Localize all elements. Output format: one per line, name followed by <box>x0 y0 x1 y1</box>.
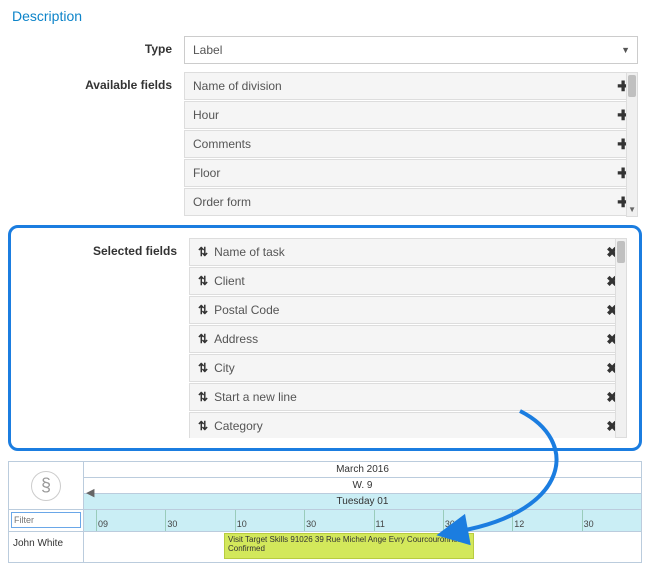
hour-label: 09 <box>98 519 108 529</box>
available-fields-row: Available fields Name of division✚Hour✚C… <box>0 68 650 221</box>
hour-label: 10 <box>237 519 247 529</box>
field-label: Hour <box>193 108 617 122</box>
field-label: Order form <box>193 195 617 209</box>
timeline-task-row: Visit Target Skills 91026 39 Rue Michel … <box>84 532 641 562</box>
type-row: Type Label ▼ <box>0 32 650 68</box>
available-fields-label: Available fields <box>12 72 172 92</box>
field-label: Comments <box>193 137 617 151</box>
drag-handle-icon[interactable]: ⇅ <box>198 390 208 404</box>
filter-input[interactable] <box>11 512 81 528</box>
available-field-item[interactable]: Order form✚ <box>184 188 638 216</box>
selected-field-item[interactable]: ⇅City✖ <box>189 354 627 382</box>
field-label: Name of division <box>193 79 617 93</box>
hour-label: 11 <box>376 519 385 529</box>
task-text-line1: Visit Target Skills 91026 39 Rue Michel … <box>228 535 470 544</box>
field-label: Name of task <box>214 245 606 259</box>
selected-field-item[interactable]: ⇅Category✖ <box>189 412 627 438</box>
field-label: Category <box>214 419 606 433</box>
selected-fields-row: Selected fields ⇅Name of task✖⇅Client✖⇅P… <box>11 238 633 438</box>
hour-tick <box>374 510 375 531</box>
hour-tick <box>582 510 583 531</box>
hour-label: 30 <box>306 519 316 529</box>
timeline-hours: 09 30 10 30 11 30 12 30 <box>84 510 641 532</box>
timeline: § John White ◀ March 2016 W. 9 Tuesday 0… <box>8 461 642 563</box>
hour-label: 30 <box>445 519 455 529</box>
timeline-day: Tuesday 01 <box>84 494 641 510</box>
selected-field-item[interactable]: ⇅Postal Code✖ <box>189 296 627 324</box>
field-label: Postal Code <box>214 303 606 317</box>
field-label: City <box>214 361 606 375</box>
resource-name: John White <box>9 532 83 562</box>
hour-label: 30 <box>167 519 177 529</box>
type-label: Type <box>12 36 172 56</box>
section-title: Description <box>0 0 650 32</box>
drag-handle-icon[interactable]: ⇅ <box>198 245 208 259</box>
available-field-item[interactable]: Floor✚ <box>184 159 638 187</box>
hour-tick <box>443 510 444 531</box>
field-label: Client <box>214 274 606 288</box>
available-field-item[interactable]: Name of division✚ <box>184 72 638 100</box>
task-text-line2: Confirmed <box>228 544 470 553</box>
field-label: Floor <box>193 166 617 180</box>
timeline-week: W. 9 <box>84 478 641 494</box>
hour-tick <box>96 510 97 531</box>
field-label: Start a new line <box>214 390 606 404</box>
type-select[interactable]: Label <box>184 36 638 64</box>
app-logo-icon: § <box>31 471 61 501</box>
available-field-item[interactable]: Comments✚ <box>184 130 638 158</box>
available-field-item[interactable]: Hour✚ <box>184 101 638 129</box>
selected-field-item[interactable]: ⇅Address✖ <box>189 325 627 353</box>
scrollbar[interactable] <box>615 238 627 438</box>
hour-tick <box>512 510 513 531</box>
drag-handle-icon[interactable]: ⇅ <box>198 332 208 346</box>
selected-field-item[interactable]: ⇅Start a new line✖ <box>189 383 627 411</box>
drag-handle-icon[interactable]: ⇅ <box>198 274 208 288</box>
timeline-task[interactable]: Visit Target Skills 91026 39 Rue Michel … <box>224 533 474 559</box>
hour-tick <box>235 510 236 531</box>
scroll-down-icon[interactable]: ▼ <box>628 205 636 214</box>
scroll-thumb[interactable] <box>617 241 625 263</box>
scroll-thumb[interactable] <box>628 75 636 97</box>
hour-tick <box>304 510 305 531</box>
hour-label: 30 <box>584 519 594 529</box>
hour-label: 12 <box>514 519 524 529</box>
drag-handle-icon[interactable]: ⇅ <box>198 303 208 317</box>
selected-field-item[interactable]: ⇅Name of task✖ <box>189 238 627 266</box>
available-fields-list: Name of division✚Hour✚Comments✚Floor✚Ord… <box>184 72 638 217</box>
selected-fields-highlight: Selected fields ⇅Name of task✖⇅Client✖⇅P… <box>8 225 642 451</box>
drag-handle-icon[interactable]: ⇅ <box>198 419 208 433</box>
scrollbar[interactable]: ▼ <box>626 72 638 217</box>
hour-tick <box>165 510 166 531</box>
drag-handle-icon[interactable]: ⇅ <box>198 361 208 375</box>
selected-fields-list: ⇅Name of task✖⇅Client✖⇅Postal Code✖⇅Addr… <box>189 238 627 438</box>
timeline-month: March 2016 <box>84 462 641 478</box>
nav-left-icon[interactable]: ◀ <box>86 486 94 499</box>
selected-fields-label: Selected fields <box>17 238 177 258</box>
selected-field-item[interactable]: ⇅Client✖ <box>189 267 627 295</box>
field-label: Address <box>214 332 606 346</box>
timeline-logo-cell: § <box>9 462 83 510</box>
